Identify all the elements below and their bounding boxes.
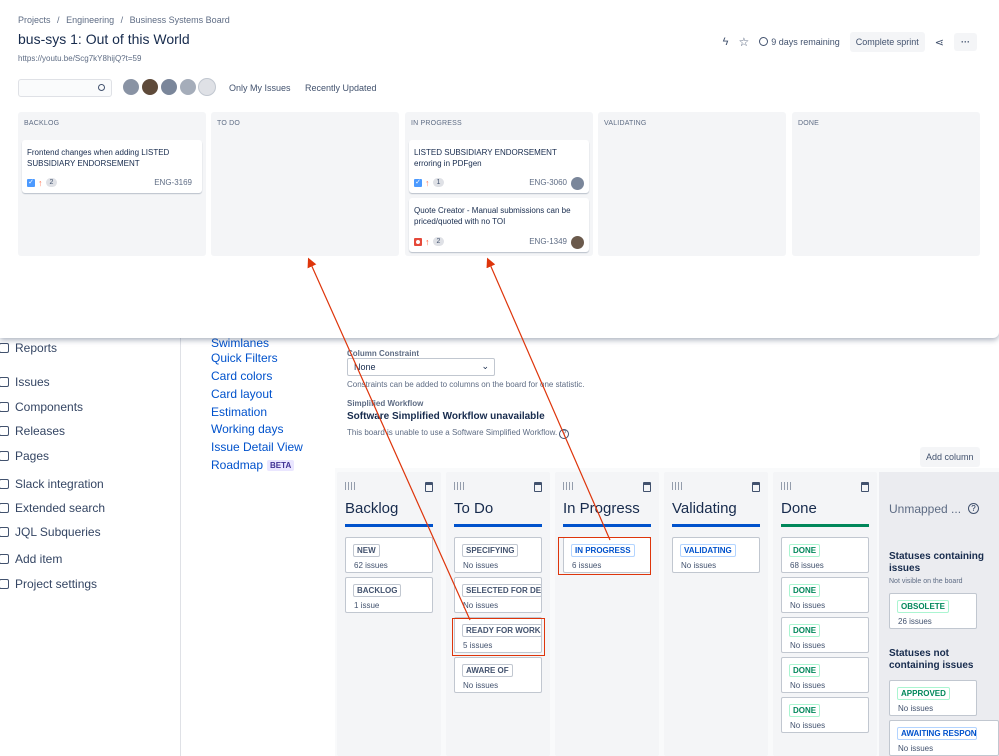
- arrow-ready-for-work: [307, 257, 471, 621]
- annotation-arrows: [307, 257, 611, 621]
- arrow-in-progress: [486, 257, 611, 541]
